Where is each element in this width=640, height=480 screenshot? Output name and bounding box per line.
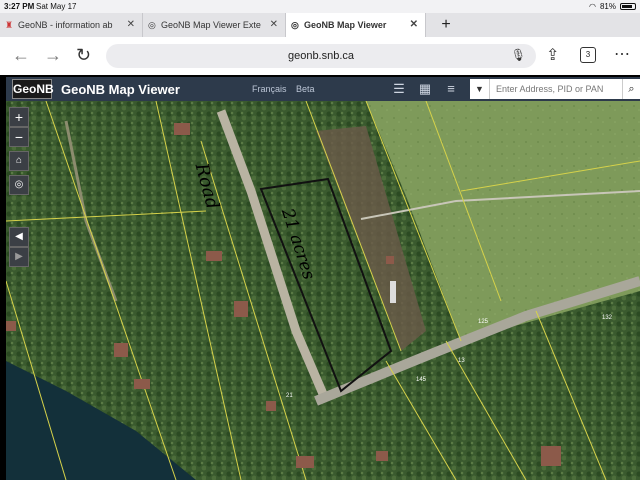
search-box[interactable]: ▼ Enter Address, PID or PAN ⌕ <box>470 79 640 99</box>
tab-label: GeoNB - information ab <box>18 20 113 30</box>
globe-icon: ◎ <box>148 20 156 30</box>
address-bar[interactable]: geonb.snb.ca 🎙 <box>106 44 536 68</box>
layer-list-icon[interactable]: ☰ <box>390 80 408 98</box>
francais-link[interactable]: Français <box>252 84 287 94</box>
favicon-icon: ♜ <box>5 20 14 30</box>
zoom-in-button[interactable]: + <box>9 107 29 127</box>
tab-bar: ♜ GeoNB - information ab ✕ ◎ GeoNB Map V… <box>0 13 640 37</box>
browser-toolbar: ← → ↻ geonb.snb.ca 🎙 ⇪ 3 ⋯ <box>0 37 640 75</box>
road-label: 132 <box>602 315 613 321</box>
close-icon[interactable]: ✕ <box>270 19 278 30</box>
trailer <box>390 281 396 303</box>
beta-link[interactable]: Beta <box>296 84 315 94</box>
geonb-header: GeoNB GeoNB Map Viewer Français Beta ☰ ▦… <box>6 77 640 101</box>
search-input[interactable]: Enter Address, PID or PAN <box>490 79 622 99</box>
menu-icon[interactable]: ≡ <box>442 80 460 98</box>
url-text: geonb.snb.ca <box>287 50 355 62</box>
search-icon[interactable]: ⌕ <box>622 79 640 99</box>
map-icon[interactable]: ▦ <box>416 80 434 98</box>
status-right: ◠ 81% <box>589 2 636 11</box>
new-tab-button[interactable]: + <box>434 16 458 34</box>
forward-arrow-icon[interactable]: → <box>44 45 62 66</box>
globe-icon: ◎ <box>291 20 299 30</box>
geonb-logo: GeoNB <box>12 79 54 99</box>
road-label: 145 <box>416 377 427 383</box>
back-extent-icon[interactable]: ◀ <box>9 227 29 247</box>
aerial-map[interactable] <box>6 101 640 480</box>
tab-overview-button[interactable]: 3 <box>580 47 596 63</box>
map-view[interactable]: 125 132 13 21 145 Road 21 acres + − ⌂ ◎ … <box>6 101 640 480</box>
tab-label: GeoNB Map Viewer <box>304 20 387 30</box>
share-icon[interactable]: ⇪ <box>546 45 559 65</box>
zoom-out-button[interactable]: − <box>9 127 29 147</box>
battery-percent: 81% <box>599 2 616 11</box>
page-title: GeoNB Map Viewer <box>61 82 180 97</box>
close-icon[interactable]: ✕ <box>127 19 135 30</box>
tab-geonb-viewer[interactable]: ◎ GeoNB Map Viewer ✕ <box>286 13 426 37</box>
road-label: 21 <box>286 393 293 399</box>
reload-icon[interactable]: ↻ <box>76 45 91 66</box>
battery-icon <box>620 3 636 10</box>
road-label: 125 <box>478 319 489 325</box>
more-icon[interactable]: ⋯ <box>614 44 630 64</box>
chevron-down-icon[interactable]: ▼ <box>470 79 490 99</box>
forward-extent-icon[interactable]: ▶ <box>9 247 29 267</box>
status-time: 3:27 PM <box>4 2 35 11</box>
close-icon[interactable]: ✕ <box>410 19 418 30</box>
back-arrow-icon[interactable]: ← <box>12 45 30 66</box>
road-label: 13 <box>458 358 465 364</box>
microphone-icon[interactable]: 🎙 <box>511 48 526 62</box>
locate-icon[interactable]: ◎ <box>9 175 29 195</box>
status-date: Sat May 17 <box>36 2 77 11</box>
tab-label: GeoNB Map Viewer Exte <box>161 20 261 30</box>
tab-geonb-viewer-ext[interactable]: ◎ GeoNB Map Viewer Exte ✕ <box>143 13 286 37</box>
tab-geonb-info[interactable]: ♜ GeoNB - information ab ✕ <box>0 13 143 37</box>
wifi-icon: ◠ <box>589 2 596 11</box>
status-bar: 3:27 PM Sat May 17 ◠ 81% <box>0 0 640 13</box>
home-icon[interactable]: ⌂ <box>9 151 29 171</box>
